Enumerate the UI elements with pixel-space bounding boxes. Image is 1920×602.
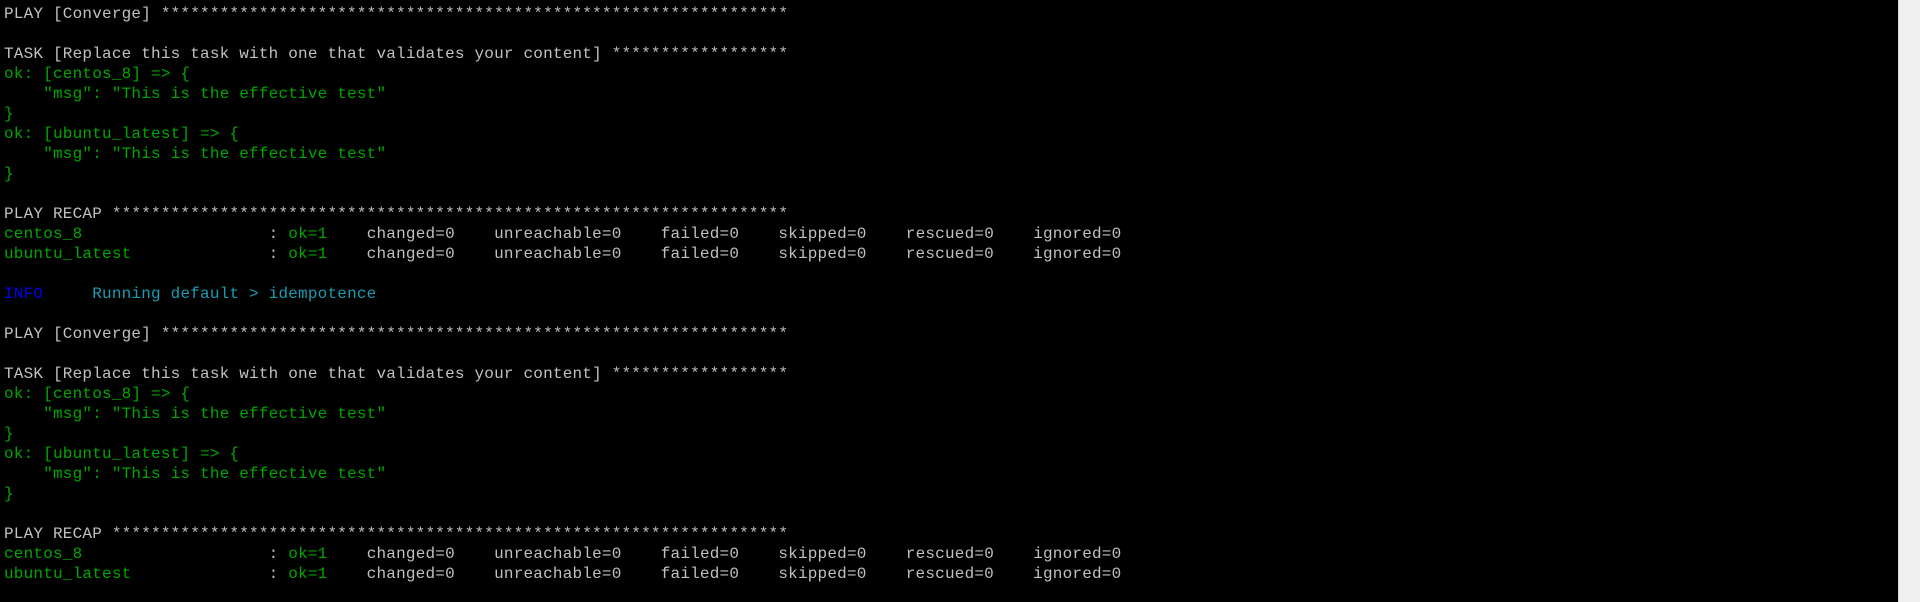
terminal-text-segment: ok=1 bbox=[288, 545, 328, 563]
terminal-text-segment: ok: [ubuntu_latest] => { bbox=[4, 125, 240, 143]
terminal-text-segment: PLAY [Converge] ************************… bbox=[4, 325, 789, 343]
terminal-line: TASK [Replace this task with one that va… bbox=[4, 44, 1121, 64]
terminal-text-segment: TASK [Replace this task with one that va… bbox=[4, 45, 789, 63]
terminal-text-segment: changed=0 unreachable=0 failed=0 skipped… bbox=[327, 545, 1122, 563]
terminal-line: ubuntu_latest : ok=1 changed=0 unreachab… bbox=[4, 244, 1121, 264]
terminal-text-segment: : bbox=[82, 545, 289, 563]
terminal-text-segment: "msg": "This is the effective test" bbox=[4, 465, 387, 483]
terminal-line: } bbox=[4, 484, 1121, 504]
terminal-line: PLAY [Converge] ************************… bbox=[4, 4, 1121, 24]
terminal-line: } bbox=[4, 164, 1121, 184]
terminal-text-segment: } bbox=[4, 165, 14, 183]
terminal-line: INFO Running default > idempotence bbox=[4, 284, 1121, 304]
terminal-text-segment: ok=1 bbox=[288, 565, 328, 583]
terminal-text-segment: PLAY RECAP *****************************… bbox=[4, 525, 789, 543]
terminal-text-segment: : bbox=[131, 245, 289, 263]
terminal-line: } bbox=[4, 104, 1121, 124]
terminal-text-segment: ok=1 bbox=[288, 225, 328, 243]
terminal-text-segment: changed=0 unreachable=0 failed=0 skipped… bbox=[327, 225, 1122, 243]
terminal-line: } bbox=[4, 424, 1121, 444]
terminal-text-segment: "msg": "This is the effective test" bbox=[4, 405, 387, 423]
terminal-output: PLAY [Converge] ************************… bbox=[4, 4, 1121, 584]
terminal-text-segment: centos_8 bbox=[4, 225, 83, 243]
terminal-line: PLAY RECAP *****************************… bbox=[4, 524, 1121, 544]
terminal-text-segment: PLAY [Converge] ************************… bbox=[4, 5, 789, 23]
terminal-text-segment: PLAY RECAP *****************************… bbox=[4, 205, 789, 223]
terminal-line: ok: [centos_8] => { bbox=[4, 384, 1121, 404]
terminal-text-segment: } bbox=[4, 105, 14, 123]
terminal-text-segment: : bbox=[82, 225, 289, 243]
terminal-text-segment: "msg": "This is the effective test" bbox=[4, 85, 387, 103]
terminal-line: "msg": "This is the effective test" bbox=[4, 144, 1121, 164]
terminal-line: "msg": "This is the effective test" bbox=[4, 84, 1121, 104]
terminal-line: "msg": "This is the effective test" bbox=[4, 404, 1121, 424]
terminal-line: centos_8 : ok=1 changed=0 unreachable=0 … bbox=[4, 544, 1121, 564]
terminal-text-segment: INFO bbox=[4, 285, 44, 303]
terminal-line: ok: [ubuntu_latest] => { bbox=[4, 444, 1121, 464]
terminal-text-segment: changed=0 unreachable=0 failed=0 skipped… bbox=[327, 565, 1122, 583]
terminal-line: PLAY [Converge] ************************… bbox=[4, 324, 1121, 344]
terminal-text-segment: : bbox=[131, 565, 289, 583]
terminal-text-segment: } bbox=[4, 485, 14, 503]
terminal-line: centos_8 : ok=1 changed=0 unreachable=0 … bbox=[4, 224, 1121, 244]
terminal-text-segment: ubuntu_latest bbox=[4, 245, 132, 263]
terminal-text-segment: ok: [centos_8] => { bbox=[4, 65, 191, 83]
terminal-line: TASK [Replace this task with one that va… bbox=[4, 364, 1121, 384]
terminal-line: "msg": "This is the effective test" bbox=[4, 464, 1121, 484]
terminal-text-segment: changed=0 unreachable=0 failed=0 skipped… bbox=[327, 245, 1122, 263]
terminal-text-segment: ok: [ubuntu_latest] => { bbox=[4, 445, 240, 463]
terminal-text-segment: "msg": "This is the effective test" bbox=[4, 145, 387, 163]
terminal-window[interactable]: PLAY [Converge] ************************… bbox=[0, 0, 1898, 602]
terminal-text-segment: centos_8 bbox=[4, 545, 83, 563]
terminal-text-segment: TASK [Replace this task with one that va… bbox=[4, 365, 789, 383]
terminal-text-segment: Running default > idempotence bbox=[43, 285, 377, 303]
terminal-text-segment: ok: [centos_8] => { bbox=[4, 385, 191, 403]
terminal-text-segment: ubuntu_latest bbox=[4, 565, 132, 583]
terminal-line: ok: [centos_8] => { bbox=[4, 64, 1121, 84]
terminal-line: PLAY RECAP *****************************… bbox=[4, 204, 1121, 224]
scrollbar-track[interactable] bbox=[1898, 0, 1920, 602]
terminal-text-segment: ok=1 bbox=[288, 245, 328, 263]
terminal-line: ubuntu_latest : ok=1 changed=0 unreachab… bbox=[4, 564, 1121, 584]
terminal-text-segment: } bbox=[4, 425, 14, 443]
terminal-line: ok: [ubuntu_latest] => { bbox=[4, 124, 1121, 144]
